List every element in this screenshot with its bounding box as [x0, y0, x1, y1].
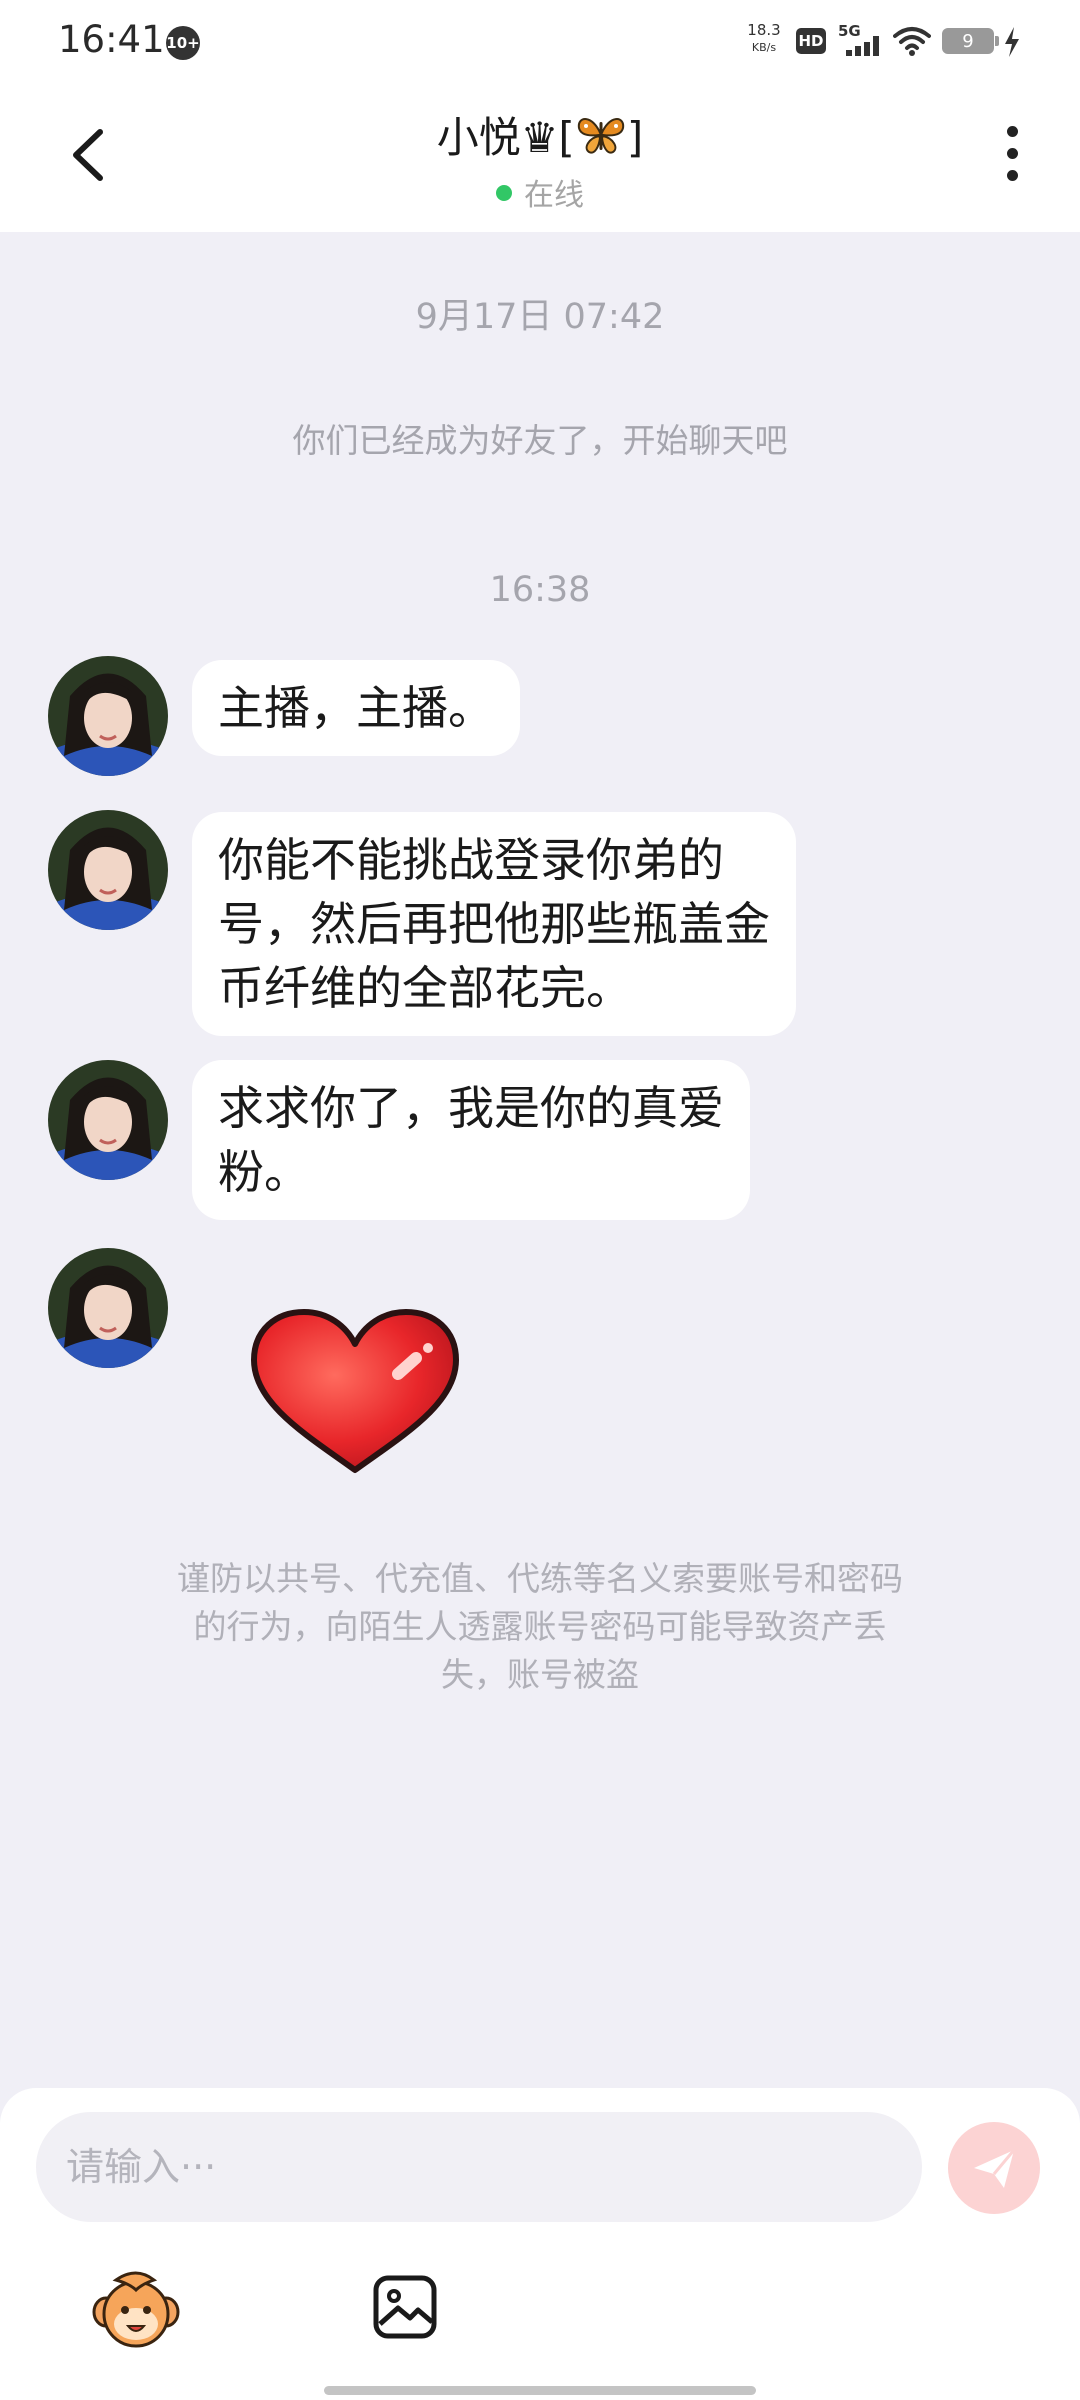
- network-speed-unit: KB/s: [751, 41, 777, 54]
- message-text: 主播，主播。: [218, 681, 494, 735]
- contact-name-text: 小悦♛[: [436, 113, 575, 162]
- message-input[interactable]: [36, 2112, 922, 2222]
- image-button[interactable]: [372, 2274, 438, 2340]
- avatar[interactable]: [48, 1060, 168, 1180]
- message-bubble[interactable]: 主播，主播。: [192, 660, 520, 756]
- security-notice-line: 失，账号被盗: [441, 1655, 639, 1694]
- status-bar: 16:41 10+ 18.3 KB/s HD 5G 9: [0, 0, 1080, 82]
- status-time: 16:41: [58, 18, 165, 61]
- security-notice-line: 的行为，向陌生人透露账号密码可能导致资产丢: [193, 1607, 887, 1646]
- message-composer: [0, 2088, 1080, 2400]
- message-text-line: 你能不能挑战登录你弟的: [218, 833, 724, 887]
- signal-icon: 5G: [838, 22, 882, 58]
- send-icon: [974, 2149, 1016, 2188]
- message-text-line: 粉。: [218, 1145, 310, 1199]
- message-text-line: 币纤维的全部花完。: [218, 961, 632, 1015]
- more-dot-icon: [1006, 126, 1018, 137]
- more-options-button[interactable]: [1000, 126, 1024, 186]
- butterfly-icon: [577, 118, 624, 154]
- contact-name: 小悦♛[ ]: [0, 104, 1080, 165]
- network-speed-value: 18.3: [747, 21, 781, 39]
- timestamp: 16:38: [489, 570, 591, 610]
- battery-icon: 9: [942, 28, 999, 54]
- avatar[interactable]: [48, 1248, 168, 1368]
- online-status: 在线: [0, 170, 1080, 214]
- notification-badge: 10+: [166, 26, 200, 60]
- timestamp: 9月17日 07:42: [415, 297, 665, 337]
- send-button[interactable]: [948, 2122, 1040, 2214]
- security-notice: 谨防以共号、代充值、代练等名义索要账号和密码 的行为，向陌生人透露账号密码可能导…: [90, 1555, 990, 1699]
- message-text-line: 求求你了，我是你的真爱: [218, 1081, 724, 1135]
- hd-icon: HD: [796, 28, 826, 54]
- network-speed: 18.3 KB/s: [740, 22, 788, 56]
- wifi-icon: [893, 27, 931, 56]
- message-bubble[interactable]: 求求你了，我是你的真爱 粉。: [192, 1060, 750, 1220]
- more-dot-icon: [1006, 148, 1018, 159]
- avatar[interactable]: [48, 810, 168, 930]
- home-indicator[interactable]: [324, 2386, 756, 2395]
- message-bubble[interactable]: 你能不能挑战登录你弟的 号，然后再把他那些瓶盖金 币纤维的全部花完。: [192, 812, 796, 1036]
- chat-header: 小悦♛[ ] 在线: [0, 82, 1080, 232]
- heart-sticker-icon[interactable]: [248, 1308, 462, 1476]
- charging-icon: [1005, 27, 1019, 57]
- message-text-line: 号，然后再把他那些瓶盖金: [218, 897, 770, 951]
- security-notice-line: 谨防以共号、代充值、代练等名义索要账号和密码: [177, 1559, 903, 1598]
- system-message: 你们已经成为好友了，开始聊天吧: [292, 421, 788, 460]
- contact-name-suffix: ]: [626, 113, 644, 162]
- online-dot-icon: [496, 185, 512, 201]
- network-type: 5G: [838, 22, 861, 40]
- online-status-text: 在线: [524, 178, 584, 213]
- emoji-button[interactable]: [92, 2268, 180, 2356]
- more-dot-icon: [1006, 170, 1018, 181]
- avatar[interactable]: [48, 656, 168, 776]
